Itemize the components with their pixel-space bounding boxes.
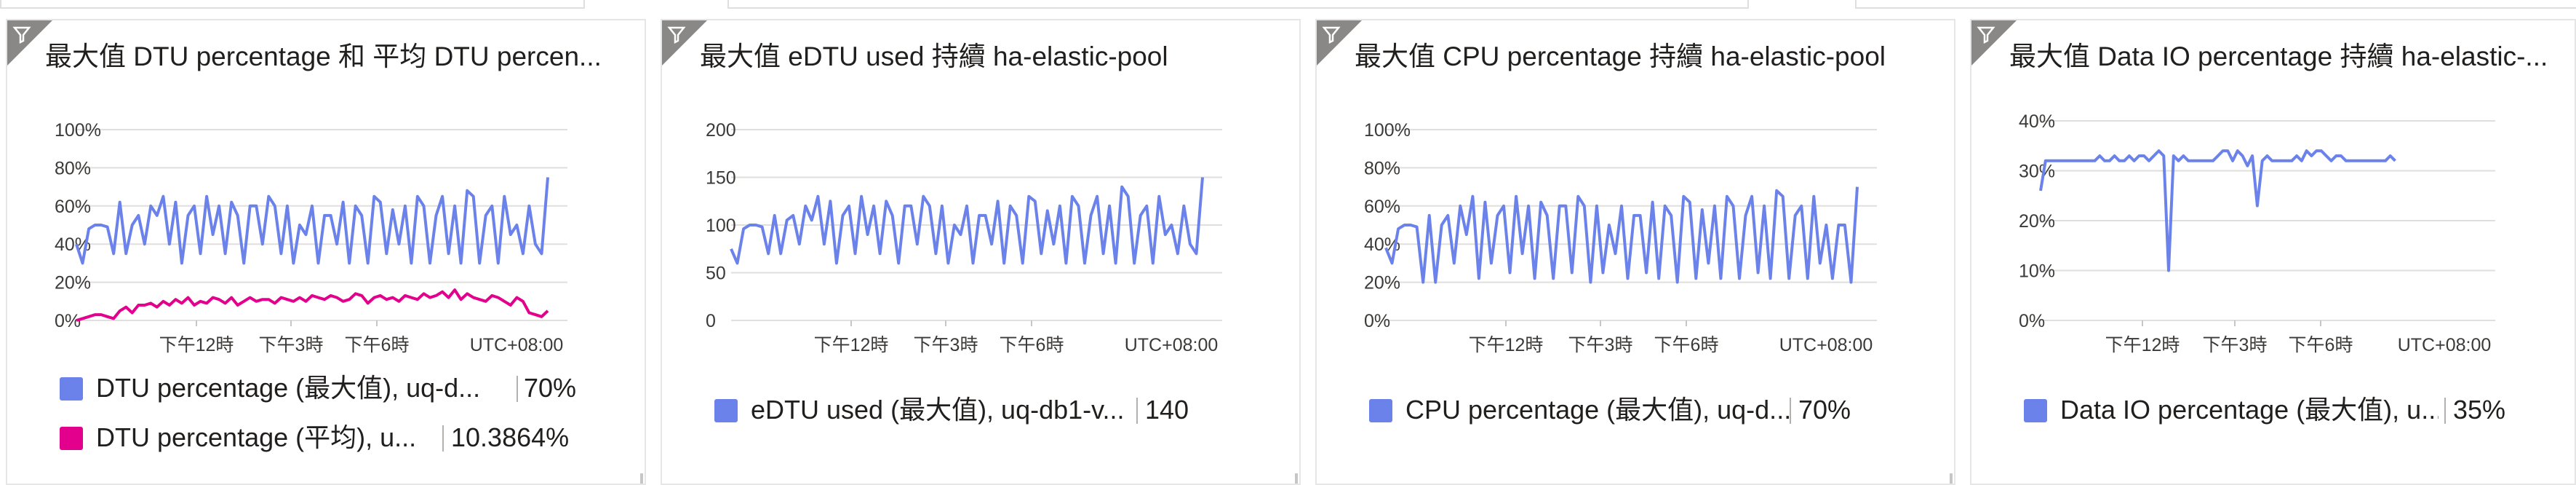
y-tick-label: 60%: [55, 197, 91, 217]
y-tick-label: 150: [706, 168, 736, 189]
series-line-0: [2039, 149, 2396, 272]
previous-tile-edge: [727, 0, 1749, 9]
legend-swatch: [2024, 399, 2047, 422]
y-tick-label: 80%: [55, 158, 91, 178]
previous-tile-edge: [1855, 0, 2576, 9]
chart-tile-cpu-percentage[interactable]: 最大值 CPU percentage 持續 ha-elastic-pool 10…: [1315, 19, 1955, 485]
y-tick-label: 0%: [2019, 311, 2045, 331]
y-tick-label: 20%: [55, 273, 91, 293]
legend-swatch: [60, 377, 83, 401]
x-tick-label: 下午6時: [1654, 335, 1719, 355]
previous-row-edge: [0, 0, 2576, 12]
legend-swatch: [714, 399, 738, 422]
timezone-label: UTC+08:00: [470, 335, 564, 355]
x-tick-label: 下午6時: [345, 335, 410, 355]
series-line-0: [75, 177, 549, 265]
legend-separator: [2444, 398, 2446, 424]
legend-separator: [442, 425, 444, 452]
x-tick-label: 下午3時: [259, 335, 324, 355]
legend-label: eDTU used (最大值), uq-db1-v...: [751, 395, 1125, 425]
x-tick-label: 下午12時: [159, 335, 234, 355]
y-tick-label: 30%: [2019, 162, 2055, 182]
x-tick-label: 下午3時: [914, 335, 978, 355]
x-tick-label: 下午3時: [1568, 335, 1633, 355]
chart-title: 最大值 Data IO percentage 持續 ha-elastic-...: [2009, 42, 2548, 71]
legend-value: 35%: [2453, 395, 2506, 425]
previous-tile-edge: [0, 0, 585, 9]
y-tick-label: 20%: [1364, 273, 1400, 293]
y-tick-label: 10%: [2019, 261, 2055, 282]
legend-label: Data IO percentage (最大值), u...: [2060, 395, 2439, 425]
timezone-label: UTC+08:00: [1125, 335, 1219, 355]
series-line-0: [1384, 186, 1859, 284]
legend-swatch: [1369, 399, 1392, 422]
chart-title: 最大值 DTU percentage 和 平均 DTU percen...: [45, 42, 602, 71]
legend-label: CPU percentage (最大值), uq-d...: [1405, 395, 1792, 425]
y-tick-label: 50: [706, 264, 726, 284]
y-tick-label: 200: [706, 120, 736, 141]
y-tick-label: 100%: [55, 120, 101, 141]
legend-value: 140: [1145, 395, 1189, 425]
y-tick-label: 100%: [1364, 120, 1411, 141]
series-line-1: [76, 288, 549, 322]
y-tick-label: 60%: [1364, 197, 1400, 217]
y-tick-label: 0%: [1364, 311, 1390, 331]
x-tick-label: 下午6時: [1000, 335, 1064, 355]
x-tick-label: 下午12時: [2105, 335, 2180, 355]
x-tick-label: 下午12時: [814, 335, 889, 355]
y-tick-label: 20%: [2019, 211, 2055, 232]
line-chart: 200 150 100 50 0 下午12時 下午3時 下午6時 UTC+08:00: [706, 120, 1222, 355]
chart-title: 最大值 eDTU used 持續 ha-elastic-pool: [700, 42, 1168, 71]
legend-value: 10.3864%: [451, 422, 570, 452]
series-line-0: [730, 177, 1204, 265]
x-tick-label: 下午6時: [2289, 335, 2353, 355]
resize-handle[interactable]: [1295, 473, 1298, 484]
line-chart: 100%80%60%40%20%0%下午12時 下午3時 下午6時 UTC+08:00: [1364, 120, 1877, 355]
x-tick-label: 下午3時: [2203, 335, 2268, 355]
legend-value: 70%: [1798, 395, 1851, 425]
legend-label: DTU percentage (最大值), uq-d...: [96, 373, 481, 403]
resize-handle[interactable]: [1950, 473, 1953, 484]
legend-separator: [1790, 398, 1791, 424]
legend-swatch: [60, 427, 83, 450]
timezone-label: UTC+08:00: [1779, 335, 1873, 355]
resize-handle[interactable]: [640, 473, 643, 484]
chart-tile-data-io-percentage[interactable]: 最大值 Data IO percentage 持續 ha-elastic-...…: [1970, 19, 2576, 485]
chart-title: 最大值 CPU percentage 持續 ha-elastic-pool: [1355, 42, 1886, 71]
legend-separator: [1136, 398, 1138, 424]
line-chart: 100%80%60%40%20%0%下午12時 下午3時 下午6時 UTC+08:00: [55, 120, 567, 355]
y-tick-label: 40%: [2019, 111, 2055, 132]
chart-tile-dtu-percentage[interactable]: 最大值 DTU percentage 和 平均 DTU percen... 10…: [6, 19, 646, 485]
chart-tile-edtu-used[interactable]: 最大值 eDTU used 持續 ha-elastic-pool 200 150 1…: [661, 19, 1301, 485]
timezone-label: UTC+08:00: [2398, 335, 2492, 355]
y-tick-label: 100: [706, 216, 736, 236]
x-tick-label: 下午12時: [1469, 335, 1544, 355]
legend-label: DTU percentage (平均), u...: [96, 422, 417, 452]
y-tick-label: 80%: [1364, 158, 1400, 178]
line-chart: 40% 30% 20% 10% 0% 下午12時 下午3時 下午6時 UTC+08:00: [2019, 111, 2495, 355]
legend-value: 70%: [524, 373, 577, 403]
legend-separator: [517, 376, 518, 402]
y-tick-label: 0: [706, 311, 716, 331]
